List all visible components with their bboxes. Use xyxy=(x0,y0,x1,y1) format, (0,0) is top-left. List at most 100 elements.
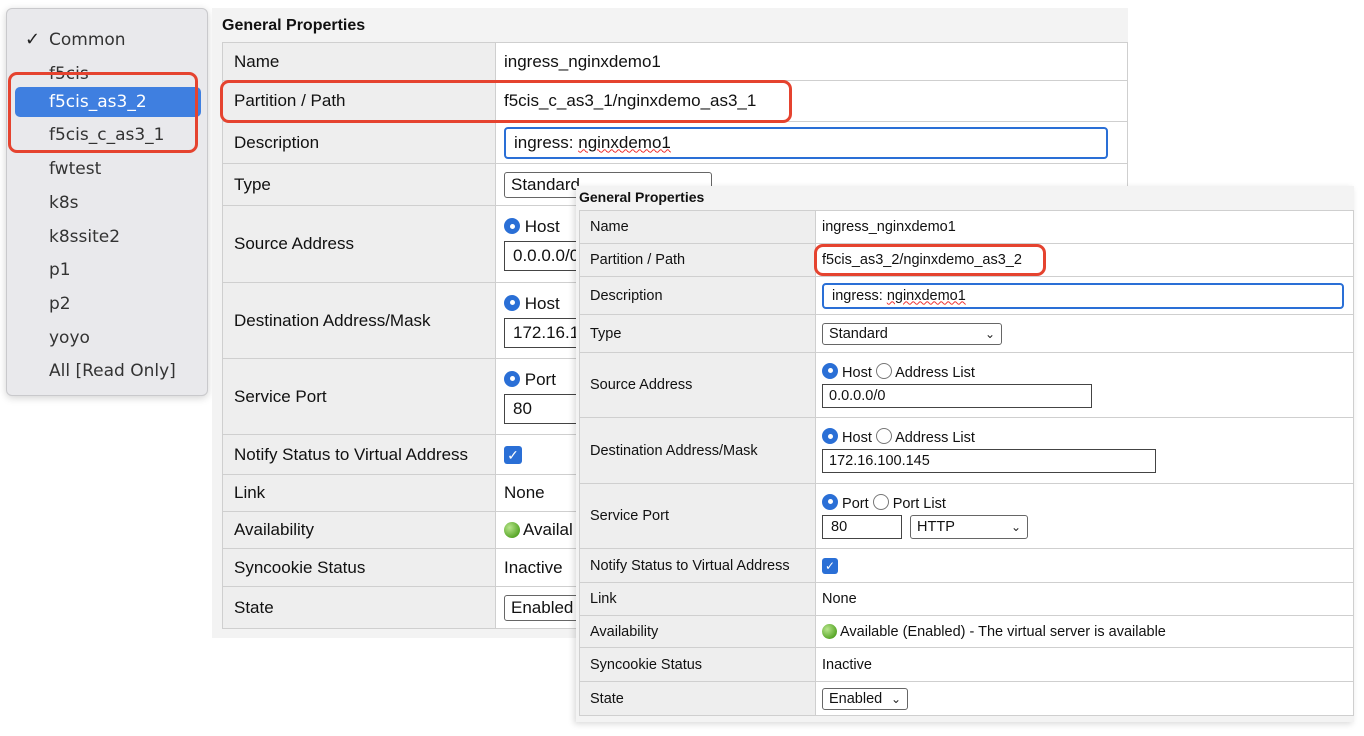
label-state: State xyxy=(222,586,496,629)
properties-table: Name ingress_nginxdemo1 Partition / Path… xyxy=(579,210,1354,716)
service-port-input[interactable]: 80 xyxy=(822,514,902,539)
label-link: Link xyxy=(222,474,496,512)
protocol-select[interactable]: HTTP ⌄ xyxy=(910,514,1029,539)
row-state: State Enabled ⌄ xyxy=(579,681,1354,716)
host-radio[interactable] xyxy=(504,218,520,234)
state-select-value: Enabled xyxy=(511,597,574,617)
partition-item-f5cis-as3-2[interactable]: f5cis_as3_2 xyxy=(15,87,201,117)
label-notify-status: Notify Status to Virtual Address xyxy=(579,548,816,583)
source-address-input[interactable]: 0.0.0.0/0 xyxy=(822,383,1092,408)
label-link: Link xyxy=(579,582,816,616)
row-link: Link None xyxy=(579,582,1354,616)
host-radio-label: Host xyxy=(842,364,872,381)
label-type: Type xyxy=(222,163,496,206)
source-address-value: 0.0.0.0/0 xyxy=(513,246,580,265)
description-input[interactable]: ingress: nginxdemo1 xyxy=(504,126,1108,159)
row-name: Name ingress_nginxdemo1 xyxy=(222,42,1128,81)
partition-item-p1[interactable]: p1 xyxy=(15,255,201,285)
row-partition: Partition / Path f5cis_c_as3_1/nginxdemo… xyxy=(222,80,1128,122)
value-partition: f5cis_as3_2/nginxdemo_as3_2 xyxy=(815,243,1354,277)
partition-item-k8ssite2[interactable]: k8ssite2 xyxy=(15,222,201,252)
checkmark-icon: ✓ xyxy=(25,29,41,50)
chevron-down-icon: ⌄ xyxy=(1010,519,1022,534)
partition-item-label: Common xyxy=(49,30,126,50)
destination-address-input[interactable]: 172.16.1 xyxy=(504,317,584,348)
label-source-address: Source Address xyxy=(579,352,816,418)
label-notify-status: Notify Status to Virtual Address xyxy=(222,434,496,475)
partition-item-f5cis[interactable]: f5cis xyxy=(15,59,201,89)
address-list-radio-label: Address List xyxy=(895,364,975,381)
value-availability: Availal xyxy=(523,520,573,539)
description-input[interactable]: ingress: nginxdemo1 xyxy=(822,282,1344,309)
row-description: Description ingress: nginxdemo1 xyxy=(579,276,1354,315)
label-name: Name xyxy=(579,210,816,244)
row-partition: Partition / Path f5cis_as3_2/nginxdemo_a… xyxy=(579,243,1354,277)
port-radio[interactable] xyxy=(504,370,520,387)
label-source-address: Source Address xyxy=(222,205,496,283)
value-partition: f5cis_c_as3_1/nginxdemo_as3_1 xyxy=(495,80,1128,122)
partition-item-k8s[interactable]: k8s xyxy=(15,188,201,218)
green-status-dot-icon xyxy=(822,623,837,639)
type-select[interactable]: Standard ⌄ xyxy=(822,322,1002,345)
state-select-value: Enabled xyxy=(829,690,883,707)
label-destination-address: Destination Address/Mask xyxy=(579,417,816,484)
label-syncookie: Syncookie Status xyxy=(579,647,816,682)
chevron-down-icon: ⌄ xyxy=(890,691,901,706)
label-service-port: Service Port xyxy=(222,358,496,435)
port-radio-label: Port xyxy=(524,369,556,389)
row-notify-status: Notify Status to Virtual Address ✓ xyxy=(579,548,1354,583)
row-name: Name ingress_nginxdemo1 xyxy=(579,210,1354,244)
partition-item-label: f5cis_as3_2 xyxy=(49,92,147,112)
protocol-select-value: HTTP xyxy=(917,518,955,535)
label-state: State xyxy=(579,681,816,716)
type-select-value: Standard xyxy=(829,325,888,342)
label-description: Description xyxy=(579,276,816,315)
address-list-radio[interactable] xyxy=(875,362,892,379)
notify-status-checkbox[interactable]: ✓ xyxy=(504,445,522,464)
partition-item-label: k8s xyxy=(49,193,79,213)
label-destination-address: Destination Address/Mask xyxy=(222,282,496,359)
state-select[interactable]: Enabled ⌄ xyxy=(822,687,908,710)
label-availability: Availability xyxy=(222,511,496,549)
service-port-input[interactable]: 80 xyxy=(504,393,584,424)
host-radio-label: Host xyxy=(842,430,872,446)
partition-dropdown-menu[interactable]: ✓ Common f5cis f5cis_as3_2 f5cis_c_as3_1… xyxy=(6,8,208,396)
port-list-radio[interactable] xyxy=(872,493,889,510)
source-address-input[interactable]: 0.0.0.0/0 xyxy=(504,241,584,271)
label-syncookie: Syncookie Status xyxy=(222,548,496,587)
row-description: Description ingress: nginxdemo1 xyxy=(222,121,1128,164)
row-source-address: Source Address Host Address List 0.0.0.0… xyxy=(579,352,1354,418)
value-name: ingress_nginxdemo1 xyxy=(815,210,1354,244)
address-list-radio-label: Address List xyxy=(895,430,975,446)
host-radio[interactable] xyxy=(822,362,838,379)
service-port-value: 80 xyxy=(513,398,532,418)
partition-item-common[interactable]: ✓ Common xyxy=(15,25,201,55)
host-radio[interactable] xyxy=(504,294,520,311)
row-destination-address: Destination Address/Mask Host Address Li… xyxy=(579,417,1354,484)
label-availability: Availability xyxy=(579,615,816,648)
panel-title: General Properties xyxy=(579,189,705,205)
partition-item-label: p2 xyxy=(49,294,71,314)
partition-item-all-read-only[interactable]: All [Read Only] xyxy=(15,356,201,386)
label-partition: Partition / Path xyxy=(579,243,816,277)
partition-item-label: f5cis_c_as3_1 xyxy=(49,125,165,145)
partition-item-label: p1 xyxy=(49,260,71,280)
label-service-port: Service Port xyxy=(579,483,816,549)
service-port-value: 80 xyxy=(831,518,848,535)
partition-item-label: k8ssite2 xyxy=(49,227,121,247)
row-type: Type Standard ⌄ xyxy=(579,314,1354,353)
label-description: Description xyxy=(222,121,496,164)
partition-item-yoyo[interactable]: yoyo xyxy=(15,323,201,353)
host-radio[interactable] xyxy=(822,428,838,444)
notify-status-checkbox[interactable]: ✓ xyxy=(822,557,838,574)
partition-item-f5cis-c-as3-1[interactable]: f5cis_c_as3_1 xyxy=(15,120,201,150)
chevron-down-icon: ⌄ xyxy=(984,326,995,341)
port-radio[interactable] xyxy=(822,493,838,510)
partition-item-fwtest[interactable]: fwtest xyxy=(15,154,201,184)
partition-item-p2[interactable]: p2 xyxy=(15,289,201,319)
row-syncookie: Syncookie Status Inactive xyxy=(579,647,1354,682)
general-properties-panel-front: General Properties Name ingress_nginxdem… xyxy=(576,186,1354,722)
panel-title: General Properties xyxy=(222,17,366,34)
address-list-radio[interactable] xyxy=(875,428,892,444)
destination-address-input[interactable]: 172.16.100.145 xyxy=(822,449,1156,473)
